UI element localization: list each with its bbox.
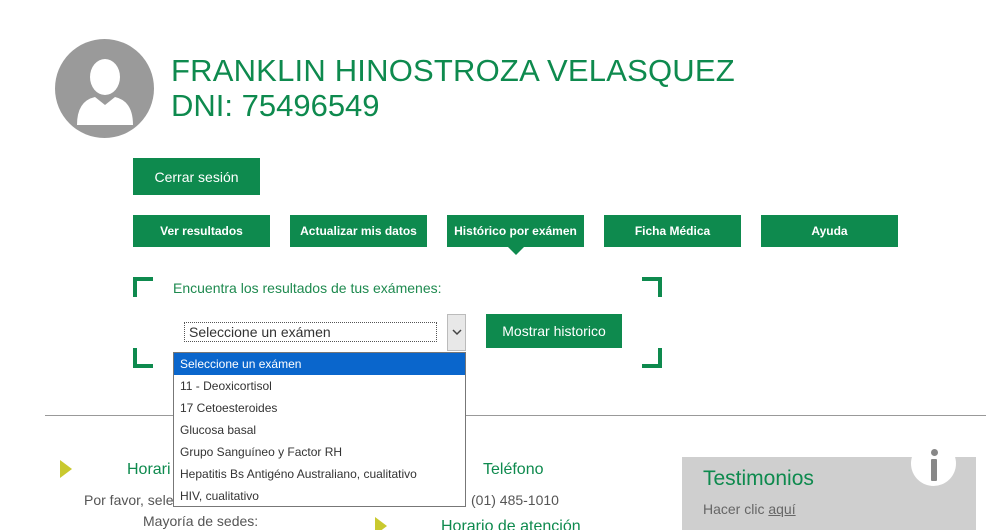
user-silhouette-icon (77, 59, 133, 125)
tab-ayuda[interactable]: Ayuda (761, 215, 898, 247)
dropdown-option[interactable]: Grupo Sanguíneo y Factor RH (174, 441, 465, 463)
horario-heading: Horari (127, 461, 171, 478)
show-history-button[interactable]: Mostrar historico (486, 314, 622, 348)
tab-ver-resultados[interactable]: Ver resultados (133, 215, 270, 247)
sedes-text: Mayoría de sedes: (143, 513, 259, 529)
frame-corner-top-right (642, 277, 662, 297)
chevron-down-icon (451, 329, 462, 336)
testimonios-text-label: Hacer clic (703, 501, 769, 517)
tab-historico-examen[interactable]: Histórico por exámen (447, 215, 584, 255)
dropdown-option[interactable]: Seleccione un exámen (174, 353, 465, 375)
info-icon[interactable] (911, 441, 956, 486)
dropdown-option[interactable]: HIV, cualitativo (174, 485, 465, 507)
avatar (55, 39, 154, 138)
frame-corner-bottom-left (133, 348, 153, 368)
horario-atencion-heading: Horario de atención (441, 518, 581, 530)
tab-ficha-medica[interactable]: Ficha Médica (604, 215, 741, 247)
frame-corner-bottom-right (642, 348, 662, 368)
bullet-triangle-icon (375, 517, 387, 530)
bullet-triangle-icon (60, 460, 72, 478)
testimonios-link[interactable]: aquí (768, 501, 795, 517)
search-prompt: Encuentra los resultados de tus exámenes… (173, 280, 442, 296)
patient-dni: DNI: 75496549 (171, 88, 380, 123)
info-icon-dot (931, 449, 938, 456)
dropdown-option[interactable]: Glucosa basal (174, 419, 465, 441)
exam-dropdown-list: Seleccione un exámen 11 - Deoxicortisol … (173, 352, 466, 507)
tab-actualizar-datos[interactable]: Actualizar mis datos (290, 215, 427, 247)
info-icon-bar (931, 459, 937, 481)
testimonios-text: Hacer clic aquí (703, 501, 796, 517)
logout-button[interactable]: Cerrar sesión (133, 158, 260, 195)
telefono-heading: Teléfono (483, 461, 544, 478)
exam-select[interactable]: Seleccione un exámen (184, 322, 437, 342)
dropdown-option[interactable]: 11 - Deoxicortisol (174, 375, 465, 397)
testimonios-title: Testimonios (703, 467, 814, 490)
frame-corner-top-left (133, 277, 153, 297)
exam-select-toggle[interactable] (447, 314, 466, 351)
dropdown-option[interactable]: 17 Cetoesteroides (174, 397, 465, 419)
horario-text: Por favor, sele (84, 492, 174, 508)
telefono-value: (01) 485-1010 (471, 492, 559, 508)
patient-name: FRANKLIN HINOSTROZA VELASQUEZ (171, 53, 735, 88)
dropdown-option[interactable]: Hepatitis Bs Antigéno Australiano, cuali… (174, 463, 465, 485)
